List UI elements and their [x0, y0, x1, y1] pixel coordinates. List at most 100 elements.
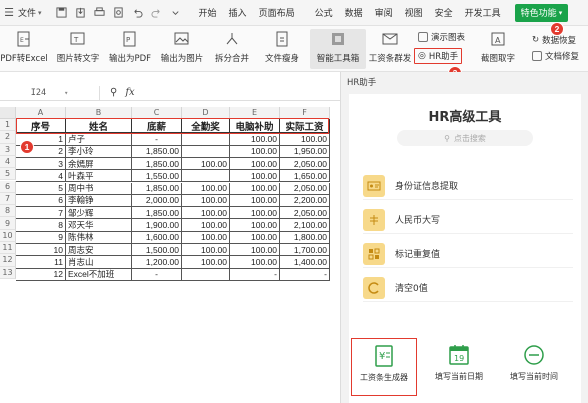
cell-name[interactable]: 肖志山	[66, 256, 132, 269]
cell-attendance-bonus[interactable]	[182, 170, 230, 183]
cell-actual-salary[interactable]: 100.00	[280, 133, 330, 146]
header-cell-index[interactable]: 序号	[16, 119, 66, 134]
smart-toolbox-button[interactable]: 智能工具箱	[310, 29, 366, 69]
feature-mark-duplicates[interactable]: 标记重复值	[363, 240, 573, 268]
fill-current-date-tile[interactable]: 19 填写当前日期	[426, 338, 492, 396]
cell-attendance-bonus[interactable]: 100.00	[182, 231, 230, 244]
undo-icon[interactable]	[132, 7, 143, 18]
column-header-d[interactable]: D	[182, 107, 230, 119]
hr-helper-button[interactable]: ◎ HR助手	[414, 48, 463, 64]
fx-icon[interactable]: fx	[125, 87, 134, 98]
column-header-e[interactable]: E	[230, 107, 280, 119]
cell-computer-allowance[interactable]: 100.00	[230, 194, 280, 208]
column-header-c[interactable]: C	[132, 107, 182, 119]
cell-name[interactable]: 陈伟林	[66, 231, 132, 244]
cell-base-salary[interactable]: 1,850.00	[132, 182, 182, 195]
cell-attendance-bonus[interactable]	[182, 133, 230, 146]
export-image-button[interactable]: 输出为图片	[154, 29, 210, 64]
cell-actual-salary[interactable]: 2,100.00	[280, 219, 330, 232]
save-icon[interactable]	[55, 7, 67, 18]
feature-id-info-extract[interactable]: 身份证信息提取	[363, 172, 573, 200]
cell-name[interactable]: 卢子	[66, 133, 132, 146]
header-cell-name[interactable]: 姓名	[66, 119, 132, 134]
row-header-6[interactable]: 6	[0, 180, 16, 193]
cell-attendance-bonus[interactable]: 100.00	[182, 219, 230, 232]
export-icon[interactable]	[75, 7, 86, 18]
cell-actual-salary[interactable]: 2,050.00	[280, 182, 330, 195]
cell-actual-salary[interactable]: 2,050.00	[280, 157, 330, 171]
cell-base-salary[interactable]: 2,000.00	[132, 194, 182, 208]
feature-clear-zero[interactable]: 清空0值	[363, 274, 573, 302]
cell-computer-allowance[interactable]: 100.00	[230, 207, 280, 220]
row-header-8[interactable]: 8	[0, 205, 16, 218]
row-header-4[interactable]: 4	[0, 155, 16, 169]
file-slim-button[interactable]: 文件瘦身	[254, 29, 310, 64]
name-box[interactable]: I24 ▾	[0, 85, 100, 100]
column-header-f[interactable]: F	[280, 107, 330, 119]
cell-index[interactable]: 5	[16, 182, 66, 195]
tab-view[interactable]: 视图	[399, 0, 429, 26]
column-header-a[interactable]: A	[16, 107, 66, 119]
cell-computer-allowance[interactable]: 100.00	[230, 133, 280, 146]
cell-base-salary[interactable]: -	[132, 133, 182, 146]
cell-base-salary[interactable]: 1,850.00	[132, 145, 182, 158]
cell-base-salary[interactable]: 1,850.00	[132, 157, 182, 171]
feature-rmb-uppercase[interactable]: 人民币大写	[363, 206, 573, 234]
header-cell-computer-allowance[interactable]: 电脑补助	[230, 119, 280, 134]
cell-computer-allowance[interactable]: 100.00	[230, 231, 280, 244]
cell-attendance-bonus[interactable]: 100.00	[182, 182, 230, 195]
formula-input[interactable]	[135, 86, 340, 100]
cell-index[interactable]: 3	[16, 157, 66, 171]
cell-index[interactable]: 12	[16, 268, 66, 281]
image-to-text-button[interactable]: T 图片转文字	[50, 29, 106, 64]
export-pdf-button[interactable]: P 输出为PDF	[102, 29, 158, 64]
doc-repair-button[interactable]: 文档修复	[532, 50, 579, 62]
cell-computer-allowance[interactable]: 100.00	[230, 256, 280, 269]
row-header-2[interactable]: 2	[0, 131, 16, 144]
cell-actual-salary[interactable]: 1,800.00	[280, 231, 330, 244]
split-merge-button[interactable]: 拆分合并	[204, 29, 260, 64]
tab-insert[interactable]: 插入	[223, 0, 253, 26]
cell-name[interactable]: 李翰铮	[66, 194, 132, 208]
hamburger-menu-icon[interactable]: ☰	[0, 0, 18, 26]
tab-security[interactable]: 安全	[429, 0, 459, 26]
cell-name[interactable]: 叶森平	[66, 170, 132, 183]
fill-current-time-tile[interactable]: 填写当前时间	[501, 338, 567, 396]
cell-attendance-bonus[interactable]: 100.00	[182, 244, 230, 257]
cell-name[interactable]: 周志安	[66, 244, 132, 257]
cell-attendance-bonus[interactable]	[182, 145, 230, 158]
tab-home[interactable]: 开始	[193, 0, 223, 26]
cell-computer-allowance[interactable]: 100.00	[230, 157, 280, 171]
cell-computer-allowance[interactable]: 100.00	[230, 182, 280, 195]
column-header-b[interactable]: B	[66, 107, 132, 119]
payslip-generator-tile[interactable]: ¥ 工资条生成器	[351, 338, 417, 396]
cell-index[interactable]: 7	[16, 207, 66, 220]
cell-name[interactable]: Excel不加班	[66, 268, 132, 281]
tab-data[interactable]: 数据	[339, 0, 369, 26]
cell-name[interactable]: 余嫣屏	[66, 157, 132, 171]
cell-attendance-bonus[interactable]: 100.00	[182, 256, 230, 269]
cell-computer-allowance[interactable]: 100.00	[230, 145, 280, 158]
cell-computer-allowance[interactable]: 100.00	[230, 219, 280, 232]
row-header-12[interactable]: 12	[0, 254, 16, 267]
panel-search-input[interactable]: ⚲ 点击搜索	[397, 130, 533, 146]
cell-actual-salary[interactable]: 1,700.00	[280, 244, 330, 257]
cell-base-salary[interactable]: 1,550.00	[132, 170, 182, 183]
cell-base-salary[interactable]: 1,900.00	[132, 219, 182, 232]
print-preview-icon[interactable]	[113, 7, 124, 18]
tab-review[interactable]: 审阅	[369, 0, 399, 26]
dropdown-icon[interactable]	[170, 7, 181, 18]
zoom-icon[interactable]: ⚲	[110, 87, 117, 98]
cell-actual-salary[interactable]: 1,400.00	[280, 256, 330, 269]
row-header-7[interactable]: 7	[0, 192, 16, 206]
cell-base-salary[interactable]: 1,600.00	[132, 231, 182, 244]
row-header-5[interactable]: 5	[0, 168, 16, 181]
file-menu[interactable]: 文件 ▾	[18, 6, 42, 20]
header-cell-actual-salary[interactable]: 实际工资	[280, 119, 330, 134]
cell-computer-allowance[interactable]: -	[230, 268, 280, 281]
cell-index[interactable]: 6	[16, 194, 66, 208]
spreadsheet-grid[interactable]: A B C D E F 1 2 3 4 5 6 7 8 9 10 11 12 13 序号 姓名 底薪 全勤奖 电脑补助 实际工资…	[0, 107, 336, 403]
cell-name[interactable]: 邹少辉	[66, 207, 132, 220]
cell-index[interactable]: 4	[16, 170, 66, 183]
tab-developer[interactable]: 开发工具	[459, 0, 507, 26]
